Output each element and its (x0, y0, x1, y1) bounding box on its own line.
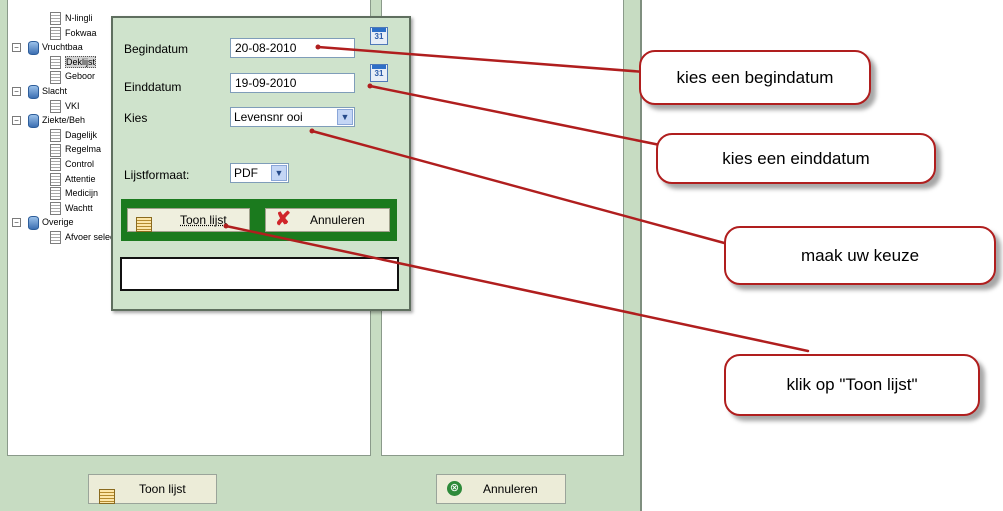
callout-end-date: kies een einddatum (656, 133, 936, 184)
arrow-show (224, 224, 810, 353)
callout-choice: maak uw keuze (724, 226, 996, 285)
callout-show-list: klik op "Toon lijst" (724, 354, 980, 416)
arrow-begin (316, 45, 647, 74)
arrow-end (368, 84, 662, 147)
callout-begin-date: kies een begindatum (639, 50, 871, 105)
